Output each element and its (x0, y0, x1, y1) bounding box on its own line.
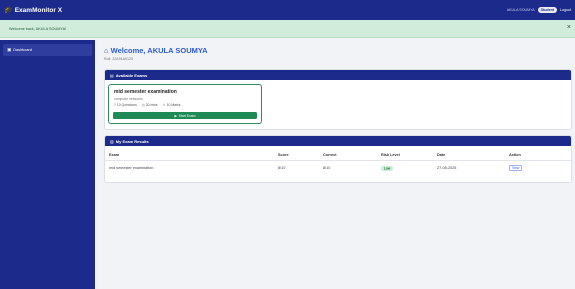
graduation-cap-icon: 🎓 (4, 7, 13, 14)
house-icon: ⌂ (104, 46, 109, 55)
top-navbar: 🎓 ExamMonitor X AKULA SOUMYA Student Log… (0, 0, 575, 20)
exam-results-header: ▥ My Exam Results (105, 136, 571, 146)
role-badge: Student (537, 7, 557, 13)
brand-name: ExamMonitor X (14, 6, 63, 14)
sidebar-item-dashboard[interactable]: ▣ Dashboard (3, 44, 92, 56)
close-icon[interactable]: × (567, 24, 571, 31)
exam-subject: computer networks (114, 96, 143, 101)
dashboard-icon: ▣ (7, 47, 12, 52)
results-table: Exam Score Correct Risk Level Date Actio… (105, 150, 571, 175)
table-header-row: Exam Score Correct Risk Level Date Actio… (105, 150, 571, 161)
page-title: ⌂ Welcome, AKULA SOUMYA (104, 46, 208, 55)
column-header: Risk Level (377, 150, 433, 161)
exam-questions: ? 10 Questions (114, 102, 137, 107)
nav-right: AKULA SOUMYA Student Logout (507, 7, 571, 13)
user-name: AKULA SOUMYA (506, 8, 535, 12)
exam-title: mid semester examination (114, 89, 177, 95)
exam-tile: mid semester examination computer networ… (108, 84, 262, 124)
exam-marks: ☆ 10 Marks (162, 102, 181, 107)
result-action: View (505, 161, 571, 176)
exam-results-card: ▥ My Exam Results Exam Score Correct Ris… (104, 135, 572, 183)
welcome-alert: Welcome back, AKULA SOUMYA! × (0, 20, 575, 38)
alert-message: Welcome back, AKULA SOUMYA! (9, 26, 67, 31)
roll-number: Roll: 22A91A0125 (104, 57, 133, 61)
result-score: 8/10 (278, 166, 286, 170)
column-header: Date (433, 150, 505, 161)
star-icon: ☆ (162, 102, 166, 107)
chart-icon: ▥ (110, 138, 114, 144)
brand[interactable]: 🎓 ExamMonitor X (4, 6, 63, 15)
column-header: Score (274, 150, 319, 161)
question-icon: ? (114, 102, 116, 107)
clipboard-icon: ▤ (110, 72, 114, 78)
logout-link[interactable]: Logout (560, 8, 571, 12)
exam-duration: ◷ 30 mins (141, 102, 158, 107)
column-header: Exam (105, 150, 274, 161)
risk-badge: Low (381, 165, 394, 171)
result-date: 27-08-2025 (437, 166, 457, 170)
result-correct: 8/10 (323, 166, 331, 170)
result-exam: mid semester examination (109, 166, 154, 170)
column-header: Action (505, 150, 571, 161)
play-icon: ▶ (174, 113, 178, 118)
exam-meta: ? 10 Questions ◷ 30 mins ☆ 10 Marks (114, 103, 256, 107)
clock-icon: ◷ (141, 102, 145, 107)
available-exams-header: ▤ Available Exams (105, 70, 571, 80)
view-result-button[interactable]: View (509, 165, 523, 171)
table-row: mid semester examination 8/10 8/10 Low 2… (105, 161, 571, 176)
available-exams-card: ▤ Available Exams mid semester examinati… (104, 69, 572, 130)
result-risk: Low (377, 161, 433, 176)
start-exam-button[interactable]: ▶ Start Exam (113, 112, 257, 119)
column-header: Correct (319, 150, 377, 161)
sidebar: ▣ Dashboard (0, 40, 95, 289)
sidebar-item-label: Dashboard (13, 48, 32, 52)
